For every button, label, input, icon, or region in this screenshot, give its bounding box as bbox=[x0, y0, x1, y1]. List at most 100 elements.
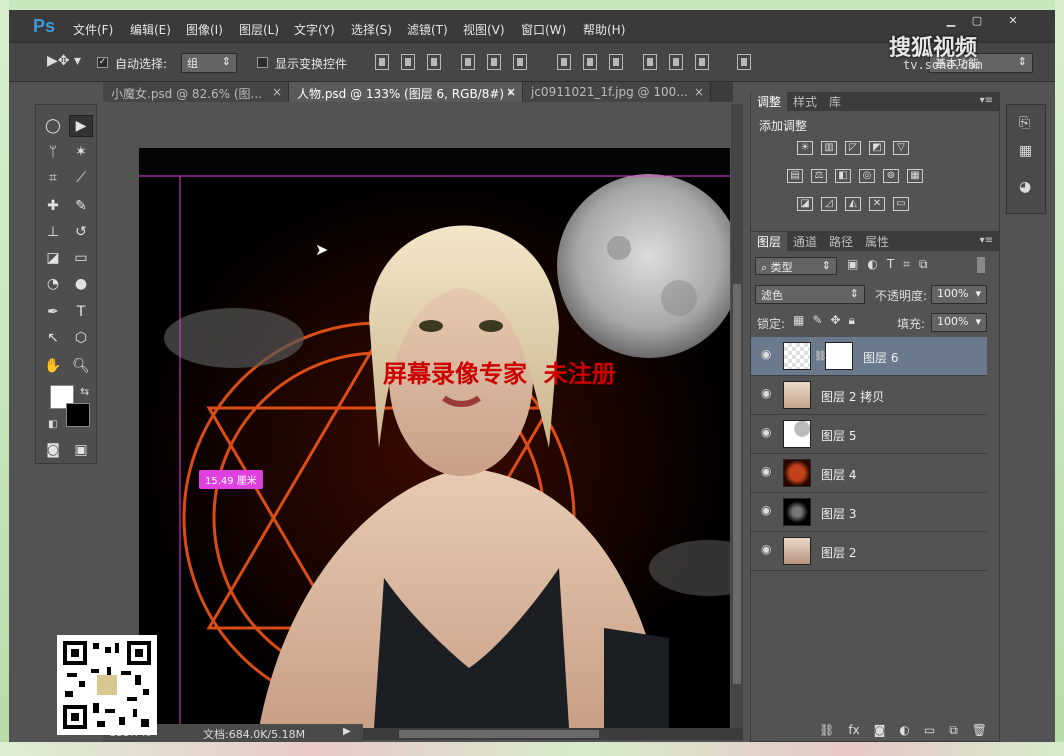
color-lookup-icon[interactable]: ▦ bbox=[907, 169, 923, 183]
auto-select-dropdown[interactable]: 组 ⇕ bbox=[181, 53, 237, 73]
new-group-icon[interactable]: ▭ bbox=[924, 723, 935, 743]
threshold-icon[interactable]: ◭ bbox=[845, 197, 861, 211]
distribute-right-icon[interactable] bbox=[695, 54, 709, 70]
menu-type[interactable]: 文字(Y) bbox=[294, 21, 335, 38]
dodge-tool-icon[interactable]: ● bbox=[69, 273, 93, 295]
move-tool-preset-icon[interactable]: ▶✥ ▾ bbox=[47, 53, 81, 69]
new-adjustment-icon[interactable]: ◐ bbox=[899, 723, 909, 743]
brightness-icon[interactable]: ☀ bbox=[797, 141, 813, 155]
default-colors-icon[interactable]: ◧ bbox=[48, 419, 57, 430]
background-color-swatch[interactable] bbox=[66, 403, 90, 427]
scrollbar-thumb[interactable] bbox=[399, 730, 599, 738]
tab-libraries[interactable]: 库 bbox=[823, 92, 847, 111]
tab-document-1[interactable]: 小魔女.psd @ 82.6% (图... × bbox=[103, 82, 289, 102]
tab-adjustments[interactable]: 调整 bbox=[751, 92, 788, 111]
history-brush-icon[interactable]: ↺ bbox=[69, 221, 93, 243]
exposure-icon[interactable]: ◩ bbox=[869, 141, 885, 155]
gradient-map-icon[interactable]: ▭ bbox=[893, 197, 909, 211]
blur-tool-icon[interactable]: ◔ bbox=[41, 273, 65, 295]
levels-icon[interactable]: ▥ bbox=[821, 141, 837, 155]
curves-icon[interactable]: ◸ bbox=[845, 141, 861, 155]
quick-mask-icon[interactable]: ◙ bbox=[41, 439, 65, 461]
history-panel-icon[interactable]: ⎘ bbox=[1019, 115, 1030, 131]
distribute-left-icon[interactable] bbox=[643, 54, 657, 70]
layer-row-5[interactable]: ◉ 图层 5 bbox=[751, 415, 987, 454]
document-canvas[interactable]: 15.49 厘米 屏幕录像专家 未注册 ➤ bbox=[139, 148, 730, 728]
hue-saturation-icon[interactable]: ▤ bbox=[787, 169, 803, 183]
close-icon[interactable]: × bbox=[506, 85, 516, 99]
menu-filter[interactable]: 滤镜(T) bbox=[407, 21, 448, 38]
new-layer-icon[interactable]: ⧉ bbox=[949, 723, 958, 743]
gradient-tool-icon[interactable]: ▭ bbox=[69, 247, 93, 269]
distribute-vcenter-icon[interactable] bbox=[583, 54, 597, 70]
layer-mask-thumbnail[interactable] bbox=[825, 342, 853, 370]
distribute-top-icon[interactable] bbox=[557, 54, 571, 70]
lock-paint-icon[interactable]: ✎ bbox=[812, 313, 822, 328]
eraser-tool-icon[interactable]: ◪ bbox=[41, 247, 65, 269]
menu-layer[interactable]: 图层(L) bbox=[239, 21, 279, 38]
maximize-icon[interactable]: ▢ bbox=[965, 14, 989, 28]
invert-icon[interactable]: ◪ bbox=[797, 197, 813, 211]
hand-tool-icon[interactable]: ✋ bbox=[41, 355, 65, 377]
shape-tool-icon[interactable]: ⬡ bbox=[69, 327, 93, 349]
healing-brush-icon[interactable]: ✚ bbox=[41, 195, 65, 217]
eye-icon[interactable]: ◉ bbox=[761, 543, 775, 555]
swap-colors-icon[interactable]: ⇆ bbox=[80, 385, 89, 398]
tab-layers[interactable]: 图层 bbox=[751, 232, 788, 251]
brush-tool-icon[interactable]: ✎ bbox=[69, 195, 93, 217]
distribute-hcenter-icon[interactable] bbox=[669, 54, 683, 70]
close-icon[interactable]: × bbox=[694, 85, 704, 99]
eye-icon[interactable]: ◉ bbox=[761, 465, 775, 477]
tab-document-3[interactable]: jc0911021_1f.jpg @ 100... × bbox=[523, 82, 711, 102]
distribute-bottom-icon[interactable] bbox=[609, 54, 623, 70]
minimize-icon[interactable]: ▁ bbox=[939, 14, 963, 28]
screen-mode-icon[interactable]: ▣ bbox=[69, 439, 93, 461]
canvas-vertical-scrollbar[interactable] bbox=[731, 104, 743, 728]
layer-row-2-copy[interactable]: ◉ 图层 2 拷贝 bbox=[751, 376, 987, 415]
eye-icon[interactable]: ◉ bbox=[761, 387, 775, 399]
align-left-icon[interactable] bbox=[461, 54, 475, 70]
auto-align-icon[interactable] bbox=[737, 54, 751, 70]
type-filter-icon[interactable]: T bbox=[887, 257, 894, 272]
stamp-tool-icon[interactable]: ⊥ bbox=[41, 221, 65, 243]
smart-filter-icon[interactable]: ⧉ bbox=[919, 257, 928, 272]
opacity-input[interactable]: 100% ▾ bbox=[931, 285, 987, 304]
panel-menu-icon[interactable]: ▾≡ bbox=[980, 235, 993, 246]
lock-all-icon[interactable]: 🔒︎ bbox=[848, 313, 854, 328]
trash-icon[interactable]: 🗑︎ bbox=[972, 723, 987, 743]
tab-channels[interactable]: 通道 bbox=[787, 232, 823, 251]
lock-position-icon[interactable]: ✥ bbox=[830, 313, 840, 328]
color-balance-icon[interactable]: ⚖ bbox=[811, 169, 827, 183]
selective-color-icon[interactable]: ✕ bbox=[869, 197, 885, 211]
align-hcenter-icon[interactable] bbox=[487, 54, 501, 70]
menu-select[interactable]: 选择(S) bbox=[351, 21, 392, 38]
zoom-tool-icon[interactable]: 🔍︎ bbox=[69, 355, 93, 377]
tab-styles[interactable]: 样式 bbox=[787, 92, 823, 111]
layer-style-icon[interactable]: fx bbox=[848, 723, 859, 743]
lock-transparent-icon[interactable]: ▦ bbox=[793, 313, 804, 328]
blend-mode-dropdown[interactable]: 滤色 ⇕ bbox=[755, 285, 865, 304]
eye-icon[interactable]: ◉ bbox=[761, 504, 775, 516]
color-panel-icon[interactable]: ◕ bbox=[1019, 179, 1031, 195]
move-tool-icon[interactable]: ▶ bbox=[69, 115, 93, 137]
photo-filter-icon[interactable]: ◎ bbox=[859, 169, 875, 183]
layer-row-2[interactable]: ◉ 图层 2 bbox=[751, 532, 987, 571]
channel-mixer-icon[interactable]: ⊚ bbox=[883, 169, 899, 183]
marquee-tool-icon[interactable]: ◯ bbox=[41, 115, 65, 137]
status-menu-arrow-icon[interactable]: ▶ bbox=[343, 726, 351, 737]
layer-row-6[interactable]: ◉ ⛓ 图层 6 bbox=[751, 337, 987, 376]
align-bottom-icon[interactable] bbox=[427, 54, 441, 70]
align-top-icon[interactable] bbox=[375, 54, 389, 70]
fill-input[interactable]: 100% ▾ bbox=[931, 313, 987, 332]
adjustment-filter-icon[interactable]: ◐ bbox=[867, 257, 877, 272]
path-select-icon[interactable]: ↖ bbox=[41, 327, 65, 349]
panel-menu-icon[interactable]: ▾≡ bbox=[980, 95, 993, 106]
menu-window[interactable]: 窗口(W) bbox=[521, 21, 566, 38]
scrollbar-thumb[interactable] bbox=[733, 284, 741, 684]
auto-select-checkbox[interactable]: ✓ bbox=[97, 57, 108, 68]
align-right-icon[interactable] bbox=[513, 54, 527, 70]
menu-help[interactable]: 帮助(H) bbox=[583, 21, 625, 38]
crop-tool-icon[interactable]: ⌗ bbox=[41, 167, 65, 189]
eye-icon[interactable]: ◉ bbox=[761, 348, 775, 360]
layer-row-4[interactable]: ◉ 图层 4 bbox=[751, 454, 987, 493]
